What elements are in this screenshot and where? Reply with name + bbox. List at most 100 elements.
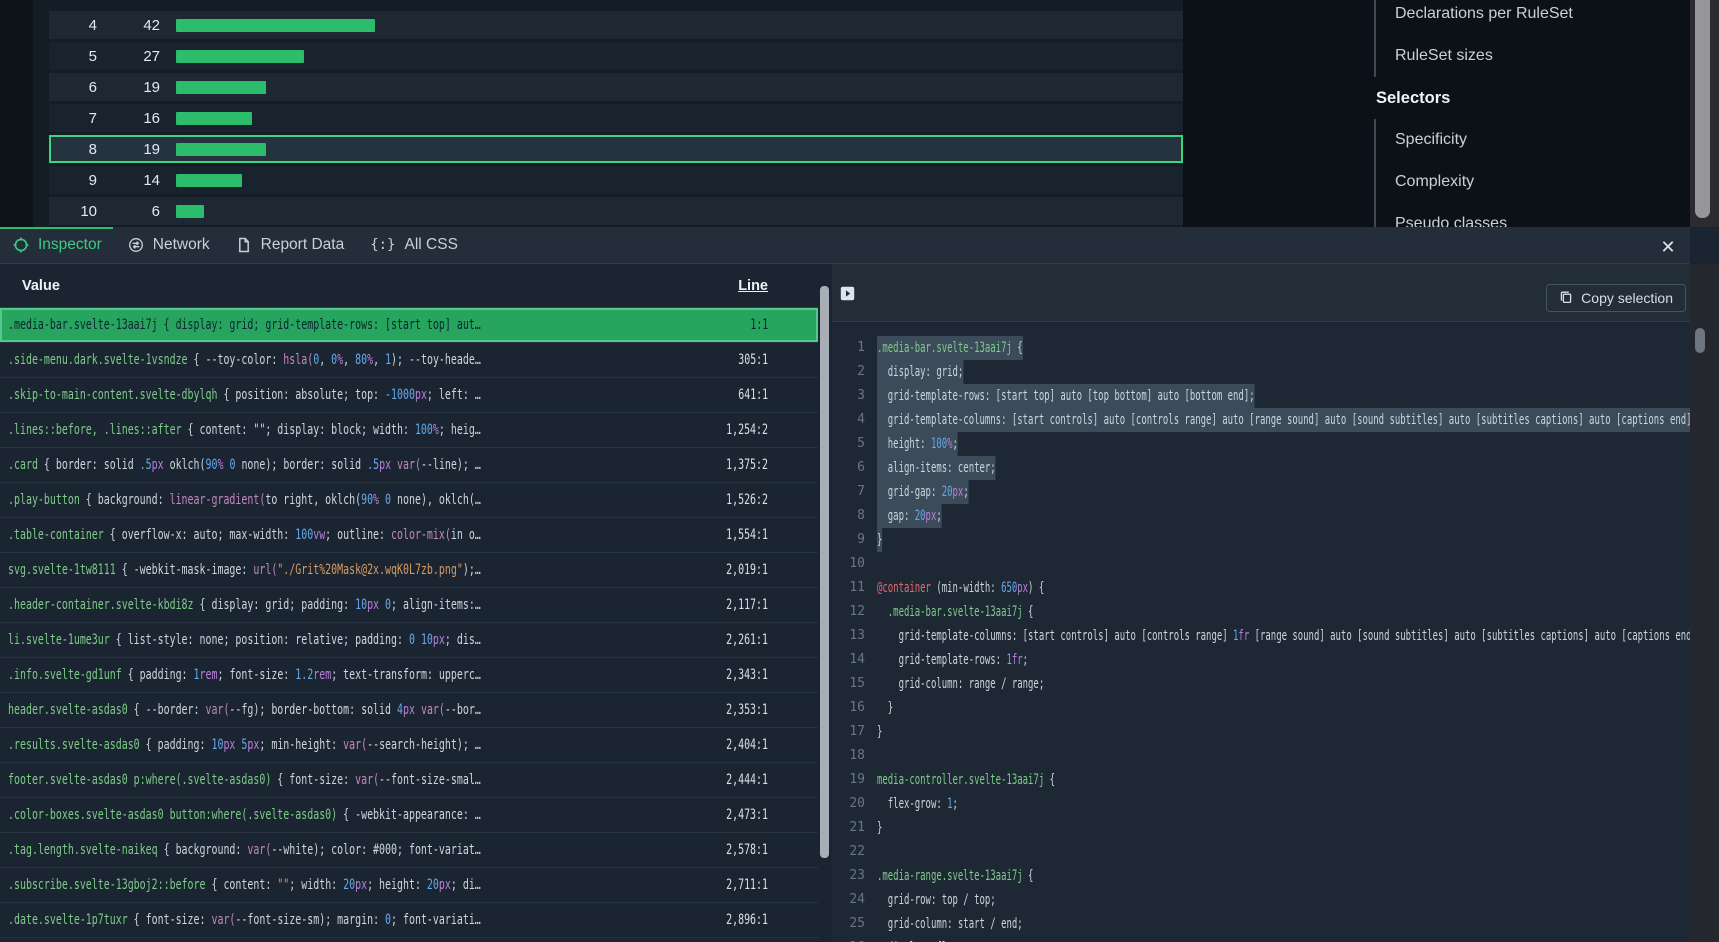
css-analyzer-app: 442527619716819914106 Declarations per R…	[0, 0, 1719, 942]
table-row[interactable]: .date.svelte-1p7tuxr { font-size: var(--…	[0, 903, 818, 938]
table-row[interactable]: .card { border: solid .5px oklch(90% 0 n…	[0, 448, 818, 483]
code-scrollbar-thumb[interactable]	[1695, 328, 1705, 353]
table-row[interactable]: .results.svelte-asdas0 { padding: 10px 5…	[0, 728, 818, 763]
table-row[interactable]: .side-menu.dark.svelte-1vsndze { --toy-c…	[0, 343, 818, 378]
bar	[176, 174, 242, 187]
line-link[interactable]: 1,254:2	[709, 413, 768, 448]
table-row[interactable]: svg.svelte-1tw8111 { -webkit-mask-image:…	[0, 553, 818, 588]
line-number: 13	[832, 624, 865, 648]
table-row[interactable]: .media-bar.svelte-13aai7j { display: gri…	[0, 308, 818, 343]
table-row[interactable]: .table-container { overflow-x: auto; max…	[0, 518, 818, 553]
bucket-count: 27	[97, 48, 160, 65]
line-link[interactable]: 2,353:1	[709, 693, 768, 728]
sidebar-item-pseudo-classes[interactable]: Pseudo classes	[1376, 203, 1690, 227]
sidebar-item-complexity[interactable]: Complexity	[1376, 161, 1690, 203]
toggle-sidebar-icon[interactable]	[840, 286, 855, 301]
chart-row-9[interactable]: 914	[49, 166, 1183, 194]
chart-row-10[interactable]: 106	[49, 197, 1183, 225]
line-link[interactable]: 2,261:1	[709, 623, 768, 658]
code-text: display: grid;	[877, 360, 963, 384]
line-link[interactable]: 2,404:1	[709, 728, 768, 763]
chart-row-5[interactable]: 527	[49, 42, 1183, 70]
sidebar-item-declarations-per-ruleset[interactable]: Declarations per RuleSet	[1376, 0, 1690, 35]
bar	[176, 143, 266, 156]
code-text: }	[877, 816, 882, 840]
table-scrollbar-thumb[interactable]	[820, 286, 829, 858]
code-text: }	[877, 720, 882, 744]
code-line: 2 display: grid;	[832, 360, 1690, 384]
line-number: 3	[832, 384, 865, 408]
bucket-count: 14	[97, 172, 160, 189]
line-number: 5	[832, 432, 865, 456]
tab-report-data[interactable]: Report Data	[236, 236, 345, 254]
tab-network[interactable]: Network	[128, 236, 210, 254]
rule-preview: .lines::before, .lines::after { content:…	[8, 413, 753, 448]
line-link[interactable]: 305:1	[726, 343, 768, 378]
table-row[interactable]: .tag.length.svelte-naikeq { background: …	[0, 833, 818, 868]
bar	[176, 205, 204, 218]
chart-row-7[interactable]: 716	[49, 104, 1183, 132]
bucket-label: 9	[49, 172, 97, 189]
copy-selection-button[interactable]: Copy selection	[1546, 284, 1686, 312]
line-link[interactable]: 2,896:1	[709, 903, 768, 938]
code-line: 10	[832, 552, 1690, 576]
table-row[interactable]: .info.svelte-gd1unf { padding: 1rem; fon…	[0, 658, 818, 693]
code-line: 8 gap: 20px;	[832, 504, 1690, 528]
rule-preview: .card { border: solid .5px oklch(90% 0 n…	[8, 448, 753, 483]
chart-row-6[interactable]: 619	[49, 73, 1183, 101]
table-row[interactable]: .play-button { background: linear-gradie…	[0, 483, 818, 518]
line-number: 17	[832, 720, 865, 744]
code-line: 14 grid-template-rows: 1fr;	[832, 648, 1690, 672]
code-scrollbar[interactable]	[1690, 264, 1719, 942]
css-source-viewer: 1.media-bar.svelte-13aai7j {2 display: g…	[832, 322, 1690, 942]
code-text: flex-grow: 1;	[877, 792, 958, 816]
table-row[interactable]: .subscribe.svelte-13gboj2::before { cont…	[0, 868, 818, 903]
line-link[interactable]: 2,473:1	[709, 798, 768, 833]
line-link[interactable]: 2,711:1	[709, 868, 768, 903]
bar	[176, 81, 266, 94]
code-line: 1.media-bar.svelte-13aai7j {	[832, 336, 1690, 360]
code-text: grid-column: range / range;	[877, 672, 1044, 696]
code-text: grid-column: start / end;	[877, 912, 1023, 936]
line-number: 10	[832, 552, 865, 576]
close-panel-button[interactable]: ✕	[1655, 237, 1681, 259]
copy-icon	[1559, 290, 1573, 307]
table-row[interactable]: header.svelte-asdas0 { --border: var(--f…	[0, 693, 818, 728]
table-row[interactable]: .lines::before, .lines::after { content:…	[0, 413, 818, 448]
line-link[interactable]: 1,375:2	[709, 448, 768, 483]
sidebar-item-ruleset-sizes[interactable]: RuleSet sizes	[1376, 35, 1690, 77]
table-scrollbar[interactable]	[818, 264, 832, 942]
tab-inspector[interactable]: Inspector	[13, 236, 102, 254]
bucket-label: 10	[49, 203, 97, 220]
line-link[interactable]: 1:1	[743, 308, 768, 343]
page-scrollbar-thumb[interactable]	[1695, 0, 1710, 218]
tab-all-css[interactable]: {:}All CSS	[370, 236, 458, 254]
chart-row-8[interactable]: 819	[49, 135, 1183, 163]
line-link[interactable]: 2,444:1	[709, 763, 768, 798]
rule-preview: .results.svelte-asdas0 { padding: 10px 5…	[8, 728, 753, 763]
chart-row-4[interactable]: 442	[49, 11, 1183, 39]
code-line: 22	[832, 840, 1690, 864]
active-tab-indicator	[0, 227, 113, 229]
code-line: 15 grid-column: range / range;	[832, 672, 1690, 696]
table-row[interactable]: footer.svelte-asdas0 p:where(.svelte-asd…	[0, 763, 818, 798]
line-link[interactable]: 2,117:1	[709, 588, 768, 623]
line-link[interactable]: 641:1	[726, 378, 768, 413]
table-row[interactable]: li.svelte-1ume3ur { list-style: none; po…	[0, 623, 818, 658]
left-margin-strip	[0, 0, 33, 227]
crosshair-icon	[13, 237, 29, 253]
page-scrollbar[interactable]	[1690, 0, 1719, 227]
line-number: 24	[832, 888, 865, 912]
line-link[interactable]: 2,019:1	[709, 553, 768, 588]
sidebar-item-specificity[interactable]: Specificity	[1376, 119, 1690, 161]
table-row[interactable]: .header-container.svelte-kbdi8z { displa…	[0, 588, 818, 623]
table-row[interactable]: .color-boxes.svelte-asdas0 button:where(…	[0, 798, 818, 833]
line-link[interactable]: 2,578:1	[709, 833, 768, 868]
line-link[interactable]: 1,554:1	[709, 518, 768, 553]
line-link[interactable]: 1,526:2	[709, 483, 768, 518]
line-number: 23	[832, 864, 865, 888]
code-line: 12 .media-bar.svelte-13aai7j {	[832, 600, 1690, 624]
line-column-header[interactable]: Line	[738, 264, 768, 308]
line-link[interactable]: 2,343:1	[709, 658, 768, 693]
table-row[interactable]: .skip-to-main-content.svelte-dbylqh { po…	[0, 378, 818, 413]
